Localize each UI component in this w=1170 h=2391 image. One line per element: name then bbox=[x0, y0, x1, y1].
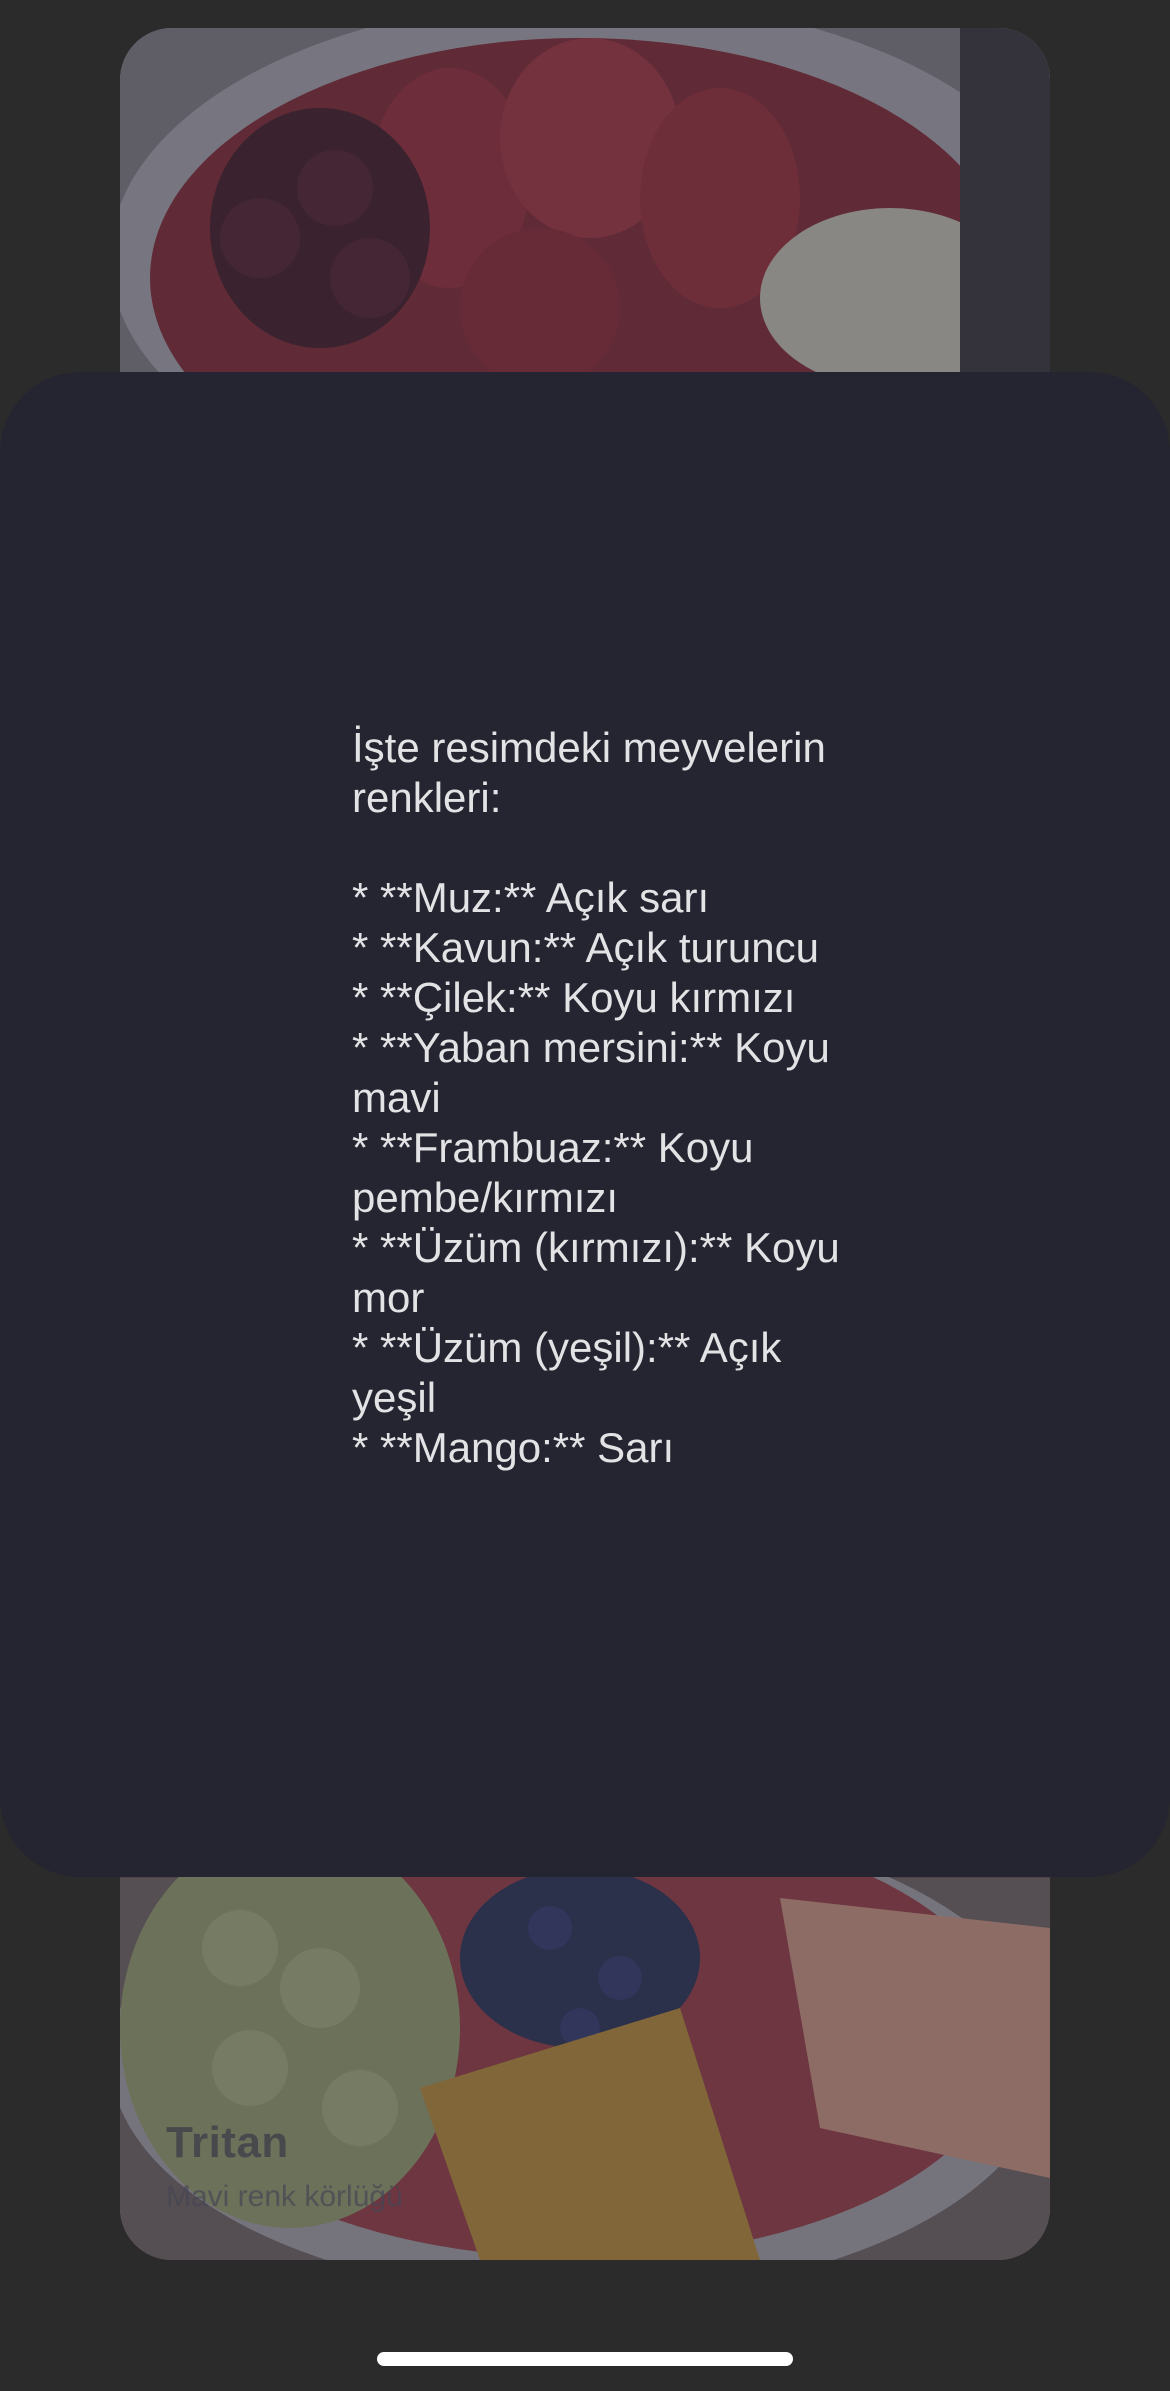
filter-name: Tritan bbox=[166, 2118, 289, 2167]
description-sheet: İşte resimdeki meyvelerin renkleri: * **… bbox=[0, 372, 1170, 1877]
fruit-color-description: İşte resimdeki meyvelerin renkleri: * **… bbox=[352, 724, 840, 1471]
screen: Tritan Mavi renk körlüğü İşte resimdeki … bbox=[0, 0, 1170, 2391]
home-indicator[interactable] bbox=[377, 2352, 793, 2366]
filter-description: Mavi renk körlüğü bbox=[166, 2180, 403, 2213]
